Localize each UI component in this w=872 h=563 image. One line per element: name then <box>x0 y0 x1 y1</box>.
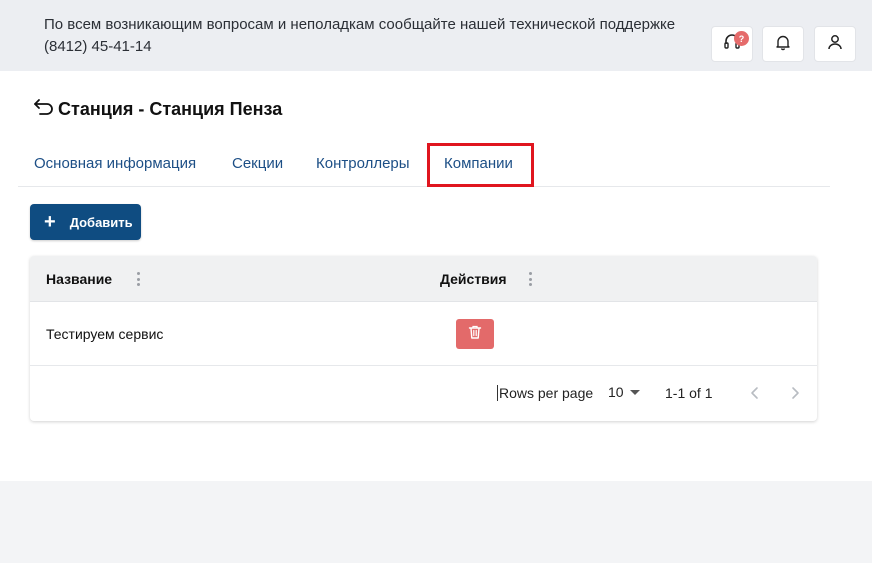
page-header: Станция - Станция Пенза <box>32 96 282 123</box>
delete-button[interactable] <box>456 319 494 349</box>
page-title: Станция - Станция Пенза <box>58 99 283 119</box>
main-content: Станция - Станция Пенза Основная информа… <box>0 71 872 481</box>
prev-page-button[interactable] <box>745 382 765 404</box>
tab-sections[interactable]: Секции <box>232 155 283 172</box>
pagination-range: 1-1 of 1 <box>665 385 713 401</box>
profile-button[interactable] <box>814 26 856 62</box>
pagination: Rows per page 10 1-1 of 1 <box>30 367 817 421</box>
table-header: Название Действия <box>30 256 817 302</box>
top-bar: По всем возникающим вопросам и неполадка… <box>0 0 872 71</box>
support-phone: (8412) 45-41-14 <box>44 38 152 55</box>
caret-down-icon <box>629 389 640 395</box>
support-info: По всем возникающим вопросам и неполадка… <box>44 14 675 58</box>
column-header-actions[interactable]: Действия <box>440 271 507 287</box>
plus-icon: + <box>44 211 56 233</box>
add-button-label: Добавить <box>69 214 133 230</box>
active-tab-highlight <box>427 143 534 187</box>
rows-per-page-label: Rows per page <box>497 385 594 401</box>
companies-table: Название Действия Тестируем сервис Rows <box>30 256 817 421</box>
chevron-left-icon <box>751 387 758 399</box>
chevron-right-icon <box>792 387 799 399</box>
add-button[interactable]: + Добавить <box>30 204 141 240</box>
rows-per-page-select[interactable]: 10 <box>608 384 640 400</box>
column-menu-icon[interactable] <box>528 272 532 286</box>
table-row: Тестируем сервис <box>30 303 817 366</box>
rows-per-page-value: 10 <box>608 384 624 400</box>
column-menu-icon[interactable] <box>136 272 140 286</box>
user-icon <box>826 33 844 56</box>
back-arrow-icon[interactable] <box>32 96 56 123</box>
support-badge: ? <box>734 31 749 46</box>
tab-bar: Основная информация Секции Контроллеры К… <box>18 143 830 187</box>
support-message: По всем возникающим вопросам и неполадка… <box>44 16 676 33</box>
tab-main-info[interactable]: Основная информация <box>34 155 196 172</box>
trash-icon <box>467 324 483 345</box>
column-header-name[interactable]: Название <box>46 271 112 287</box>
notifications-button[interactable] <box>762 26 804 62</box>
bell-icon <box>774 33 792 56</box>
next-page-button[interactable] <box>785 382 805 404</box>
tab-controllers[interactable]: Контроллеры <box>316 155 410 172</box>
company-name: Тестируем сервис <box>46 326 164 342</box>
support-button[interactable]: ? <box>711 26 753 62</box>
